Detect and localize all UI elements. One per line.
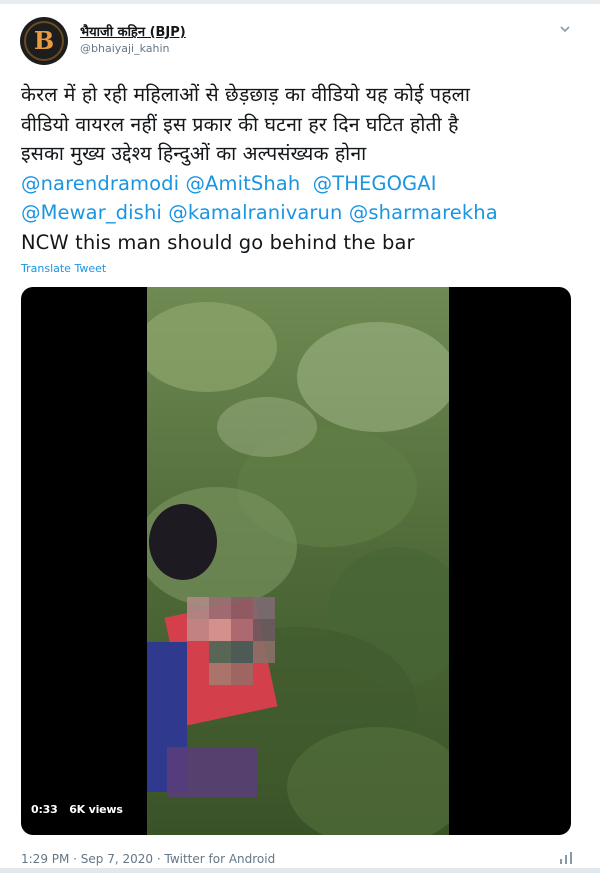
video-duration: 0:33	[31, 803, 58, 816]
avatar[interactable]: B	[20, 17, 68, 65]
mention-link[interactable]: @Mewar_dishi	[21, 201, 162, 224]
mention-link[interactable]: @sharmarekha	[349, 201, 498, 224]
chevron-down-icon[interactable]	[558, 22, 572, 36]
tweet-line: NCW this man should go behind the bar	[21, 230, 415, 254]
analytics-icon[interactable]	[558, 850, 574, 866]
mentions-row: @Mewar_dishi @kamalranivarun @sharmarekh…	[21, 198, 581, 228]
tweet-text: केरल में हो रही महिलाओं से छेड़छाड़ का व…	[21, 80, 581, 257]
tweet-line: केरल में हो रही महिलाओं से छेड़छाड़ का व…	[21, 83, 471, 106]
tweet-line: इसका मुख्य उद्देश्य हिन्दुओं का अल्पसंख्…	[21, 142, 367, 165]
video-views: 6K views	[69, 803, 123, 816]
top-divider	[0, 0, 600, 4]
mention-link[interactable]: @narendramodi	[21, 172, 179, 195]
video-frame	[147, 287, 449, 835]
tweet-line: वीडियो वायरल नहीं इस प्रकार की घटना हर द…	[21, 112, 459, 136]
tweet-meta[interactable]: 1:29 PM · Sep 7, 2020 · Twitter for Andr…	[21, 852, 275, 866]
mention-link[interactable]: @AmitShah	[185, 172, 300, 195]
video-player[interactable]: 0:33 6K views	[21, 287, 571, 835]
author-display-name[interactable]: भैयाजी कहिन (BJP)	[80, 22, 186, 40]
author-handle[interactable]: @bhaiyaji_kahin	[80, 42, 170, 55]
mentions-row: @narendramodi @AmitShah @THEGOGAI	[21, 169, 581, 199]
mention-link[interactable]: @THEGOGAI	[313, 172, 437, 195]
video-badge: 0:33 6K views	[31, 803, 131, 816]
translate-tweet-link[interactable]: Translate Tweet	[21, 262, 106, 275]
avatar-logo-icon: B	[33, 26, 55, 55]
bottom-divider	[0, 868, 600, 873]
mention-link[interactable]: @kamalranivarun	[168, 201, 342, 224]
